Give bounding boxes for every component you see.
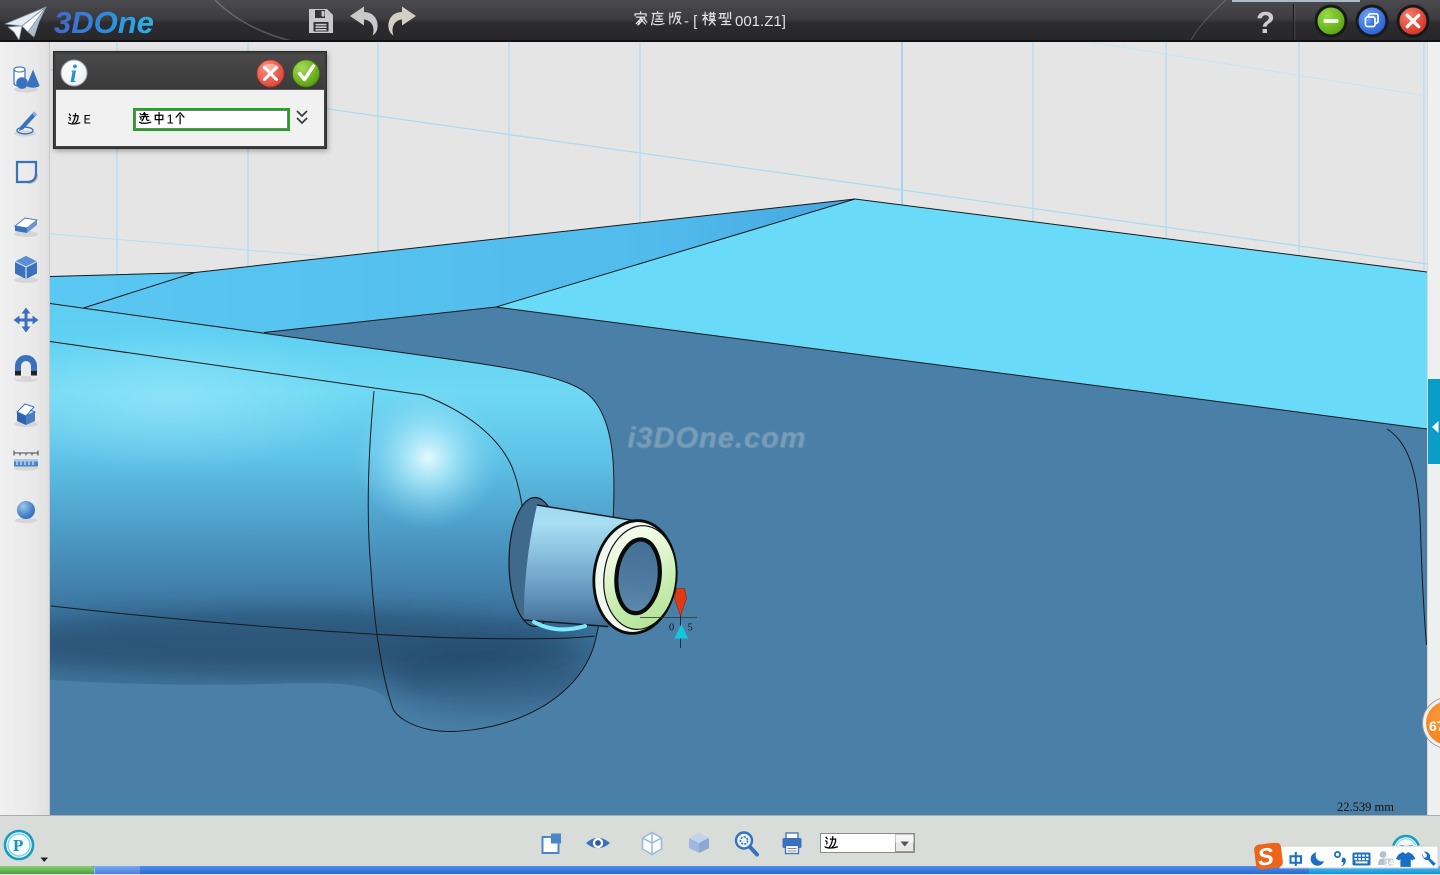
svg-text:i: i xyxy=(70,61,77,88)
svg-text:E: E xyxy=(84,114,92,128)
svg-text:0: 0 xyxy=(669,623,674,634)
svg-text:i3DOne.com: i3DOne.com xyxy=(627,422,806,454)
svg-text:- [: - [ xyxy=(684,13,698,30)
svg-text:3DOne: 3DOne xyxy=(54,5,154,40)
svg-text:14: 14 xyxy=(1385,858,1394,867)
svg-text:5: 5 xyxy=(688,623,693,634)
svg-text:001.Z1]: 001.Z1] xyxy=(735,13,786,30)
svg-text:?: ? xyxy=(1256,5,1275,40)
svg-text:S: S xyxy=(1256,843,1275,870)
svg-text:22.539 mm: 22.539 mm xyxy=(1337,800,1394,814)
svg-text:1: 1 xyxy=(167,112,174,127)
svg-text:P: P xyxy=(13,836,23,855)
